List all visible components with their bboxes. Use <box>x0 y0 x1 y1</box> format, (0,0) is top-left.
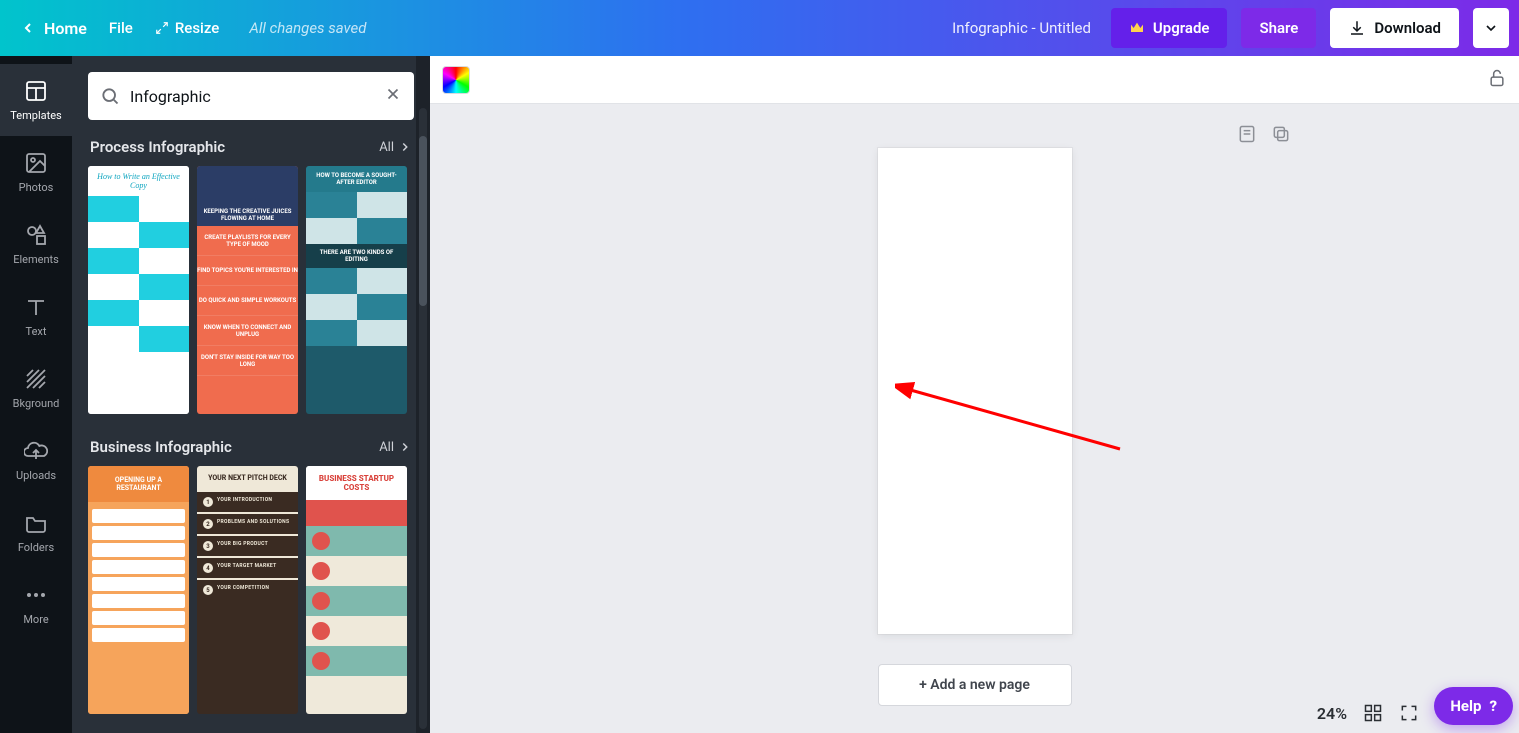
templates-panel: Process Infographic All How to Write an … <box>72 56 430 733</box>
main-area: Templates Photos Elements Text Bkground … <box>0 56 1519 733</box>
template-thumbnail[interactable]: How to Write an Effective Copy <box>88 166 189 414</box>
nav-uploads[interactable]: Uploads <box>0 424 72 496</box>
download-options-button[interactable] <box>1473 8 1509 48</box>
thumb-caption: OPENING UP A RESTAURANT <box>88 466 189 502</box>
home-button[interactable]: Home <box>20 19 87 38</box>
section-title: Process Infographic <box>90 138 225 156</box>
nav-label: Bkground <box>13 397 60 410</box>
resize-icon <box>155 21 169 35</box>
search-input[interactable] <box>130 87 374 106</box>
template-thumbnail[interactable]: BUSINESS STARTUP COSTS <box>306 466 407 714</box>
resize-button[interactable]: Resize <box>155 19 219 37</box>
context-toolbar <box>430 56 1519 104</box>
share-button[interactable]: Share <box>1241 8 1316 48</box>
chevron-left-icon <box>20 20 36 36</box>
search-icon <box>100 86 120 106</box>
nav-label: Photos <box>19 181 54 194</box>
section-title: Business Infographic <box>90 438 232 456</box>
section-all-link[interactable]: All <box>379 440 412 455</box>
text-icon <box>24 295 48 319</box>
template-thumbnail[interactable]: OPENING UP A RESTAURANT <box>88 466 189 714</box>
nav-label: Text <box>26 325 47 338</box>
thumb-caption: HOW TO BECOME A SOUGHT-AFTER EDITOR <box>306 166 407 192</box>
template-thumbnail[interactable]: YOUR NEXT PITCH DECK 1YOUR INTRODUCTION … <box>197 466 298 714</box>
thumbnail-row: OPENING UP A RESTAURANT YOUR NEXT PITCH … <box>72 466 430 733</box>
chevron-right-icon <box>398 140 412 154</box>
search-box[interactable] <box>88 72 414 120</box>
canvas-stage[interactable]: + Add a new page 24% Help ? <box>430 104 1519 733</box>
folders-icon <box>24 511 48 535</box>
nav-templates[interactable]: Templates <box>0 64 72 136</box>
color-picker-button[interactable] <box>442 66 470 94</box>
nav-label: More <box>23 613 48 626</box>
clear-search-button[interactable] <box>384 85 402 107</box>
notes-icon[interactable] <box>1237 124 1257 144</box>
download-label: Download <box>1374 19 1441 37</box>
resize-label: Resize <box>175 19 219 37</box>
top-bar: Home File Resize All changes saved Infog… <box>0 0 1519 56</box>
page-canvas[interactable] <box>878 148 1072 634</box>
elements-icon <box>24 223 48 247</box>
nav-label: Uploads <box>16 469 56 482</box>
section-header-process: Process Infographic All <box>72 136 430 166</box>
nav-label: Templates <box>10 109 61 122</box>
panel-scrollbar[interactable] <box>416 56 430 733</box>
add-page-button[interactable]: + Add a new page <box>878 664 1072 706</box>
upgrade-label: Upgrade <box>1153 19 1210 37</box>
home-label: Home <box>44 19 87 38</box>
nav-elements[interactable]: Elements <box>0 208 72 280</box>
document-title[interactable]: Infographic - Untitled <box>952 19 1091 37</box>
duplicate-page-icon[interactable] <box>1271 124 1291 144</box>
thumbnail-row: How to Write an Effective Copy KEEPING T… <box>72 166 430 436</box>
nav-photos[interactable]: Photos <box>0 136 72 208</box>
page-tools <box>1237 124 1291 144</box>
thumb-caption: How to Write an Effective Copy <box>88 166 189 196</box>
nav-folders[interactable]: Folders <box>0 496 72 568</box>
chevron-down-icon <box>1483 20 1499 36</box>
nav-more[interactable]: More <box>0 568 72 640</box>
template-thumbnail[interactable]: KEEPING THE CREATIVE JUICES FLOWING AT H… <box>197 166 298 414</box>
all-label: All <box>379 440 394 455</box>
section-all-link[interactable]: All <box>379 140 412 155</box>
fullscreen-icon[interactable] <box>1399 703 1419 723</box>
more-icon <box>24 583 48 607</box>
photos-icon <box>24 151 48 175</box>
download-button[interactable]: Download <box>1330 8 1459 48</box>
nav-label: Elements <box>13 253 59 266</box>
help-button[interactable]: Help ? <box>1434 687 1513 725</box>
uploads-icon <box>24 439 48 463</box>
file-menu[interactable]: File <box>109 19 133 37</box>
lock-icon <box>1487 68 1507 88</box>
thumb-caption: YOUR NEXT PITCH DECK <box>197 466 298 490</box>
question-icon: ? <box>1489 697 1497 715</box>
nav-background[interactable]: Bkground <box>0 352 72 424</box>
upgrade-button[interactable]: Upgrade <box>1111 8 1228 48</box>
left-nav: Templates Photos Elements Text Bkground … <box>0 56 72 733</box>
crown-icon <box>1129 20 1145 36</box>
all-label: All <box>379 140 394 155</box>
thumb-mid: THERE ARE TWO KINDS OF EDITING <box>306 244 407 268</box>
section-header-business: Business Infographic All <box>72 436 430 466</box>
canvas-area: + Add a new page 24% Help ? <box>430 56 1519 733</box>
lock-button[interactable] <box>1487 68 1507 92</box>
download-icon <box>1348 19 1366 37</box>
save-status: All changes saved <box>249 19 366 37</box>
help-label: Help <box>1450 697 1481 715</box>
grid-view-icon[interactable] <box>1363 703 1383 723</box>
nav-text[interactable]: Text <box>0 280 72 352</box>
chevron-right-icon <box>398 440 412 454</box>
templates-icon <box>24 79 48 103</box>
nav-label: Folders <box>18 541 54 554</box>
zoom-level[interactable]: 24% <box>1317 704 1347 723</box>
template-thumbnail[interactable]: HOW TO BECOME A SOUGHT-AFTER EDITOR THER… <box>306 166 407 414</box>
thumb-caption: BUSINESS STARTUP COSTS <box>306 466 407 500</box>
background-icon <box>24 367 48 391</box>
thumb-caption: KEEPING THE CREATIVE JUICES FLOWING AT H… <box>197 208 298 222</box>
close-icon <box>384 85 402 103</box>
